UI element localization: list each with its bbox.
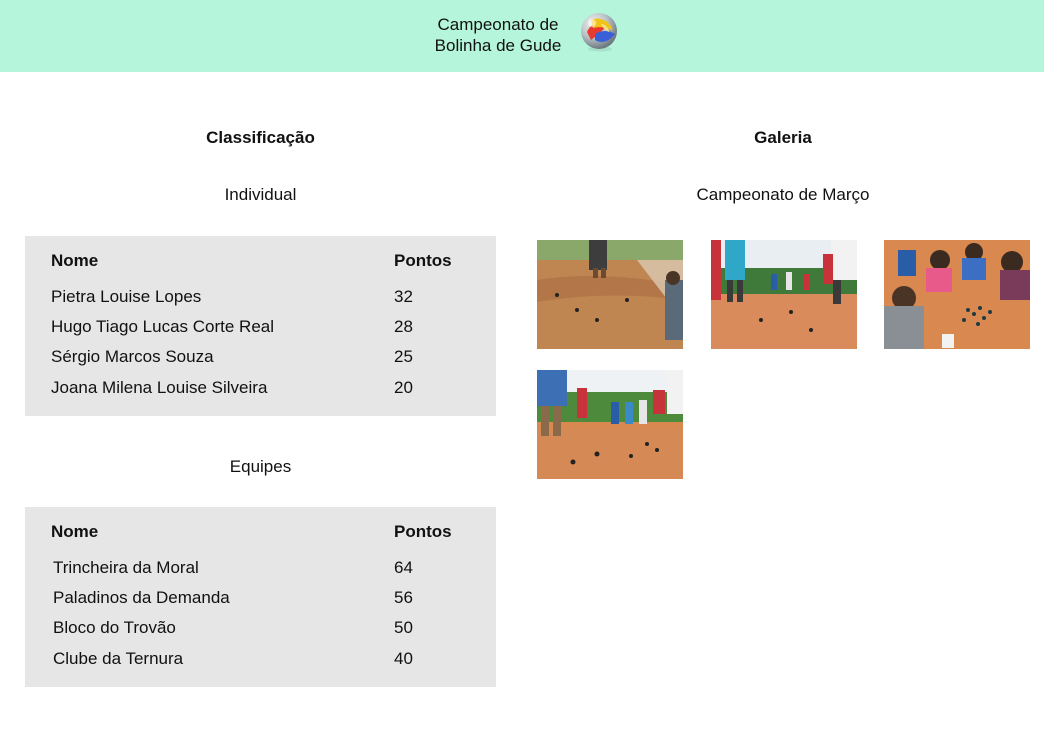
gallery-photo-1[interactable] (537, 240, 683, 349)
table-row: Clube da Ternura 40 (25, 649, 496, 673)
player-points: 25 (394, 347, 413, 366)
individual-subtitle: Individual (224, 185, 297, 204)
app-title-line2: Bolinha de Gude (434, 36, 562, 55)
gallery-title: Galeria (754, 128, 812, 147)
table-row: Pietra Louise Lopes 32 (25, 287, 496, 311)
gallery-photo-3[interactable] (884, 240, 1030, 349)
table-row: Paladinos da Demanda 56 (25, 588, 496, 612)
table-row: Hugo Tiago Lucas Corte Real 28 (25, 317, 496, 341)
gallery-photo-2[interactable] (711, 240, 857, 349)
player-points: 28 (394, 317, 413, 336)
gallery-subtitle: Campeonato de Março (696, 185, 870, 204)
ranking-title: Classificação (206, 128, 315, 147)
table-row: Bloco do Trovão 50 (25, 618, 496, 642)
team-name: Trincheira da Moral (53, 558, 199, 577)
table-header: Nome Pontos (25, 251, 496, 275)
column-header-name: Nome (51, 251, 99, 270)
table-header: Nome Pontos (25, 522, 496, 546)
player-name: Pietra Louise Lopes (51, 287, 202, 306)
team-name: Clube da Ternura (53, 649, 184, 668)
player-name: Sérgio Marcos Souza (51, 347, 214, 366)
app-title: Campeonato de Bolinha de Gude (410, 14, 586, 56)
table-row: Joana Milena Louise Silveira 20 (25, 378, 496, 402)
team-points: 40 (394, 649, 413, 668)
column-header-name: Nome (51, 522, 99, 541)
table-row: Trincheira da Moral 64 (25, 558, 496, 582)
table-row: Sérgio Marcos Souza 25 (25, 347, 496, 371)
app-title-line1: Campeonato de (437, 15, 559, 34)
team-points: 50 (394, 618, 413, 637)
team-points: 56 (394, 588, 413, 607)
gallery-photo-4[interactable] (537, 370, 683, 479)
player-name: Hugo Tiago Lucas Corte Real (51, 317, 275, 336)
column-header-points: Pontos (394, 251, 452, 270)
header-bar: Campeonato de Bolinha de Gude (0, 0, 1044, 72)
marble-icon (579, 12, 619, 52)
individual-table: Nome Pontos Pietra Louise Lopes 32 Hugo … (25, 236, 496, 416)
team-name: Paladinos da Demanda (53, 588, 230, 607)
player-name: Joana Milena Louise Silveira (51, 378, 268, 397)
player-points: 32 (394, 287, 413, 306)
team-points: 64 (394, 558, 413, 577)
player-points: 20 (394, 378, 413, 397)
column-header-points: Pontos (394, 522, 452, 541)
teams-subtitle: Equipes (229, 457, 292, 476)
team-name: Bloco do Trovão (53, 618, 176, 637)
teams-table: Nome Pontos Trincheira da Moral 64 Palad… (25, 507, 496, 687)
